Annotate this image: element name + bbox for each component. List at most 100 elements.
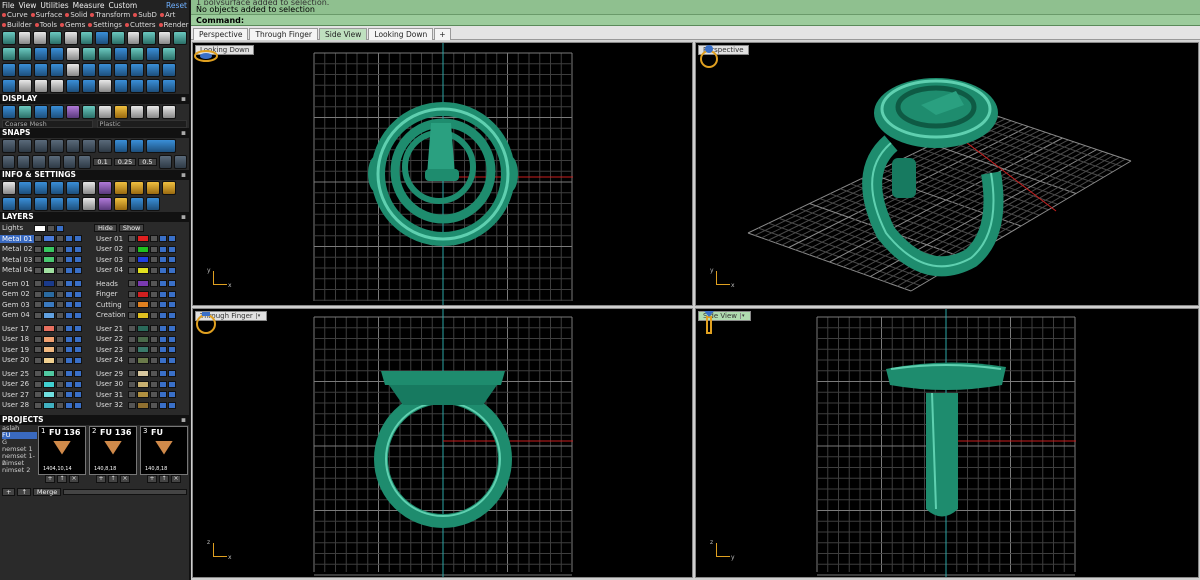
info-section-header[interactable]: INFO & SETTINGS ▪ [0,170,189,180]
visibility-icon[interactable] [65,346,73,354]
tool-icon[interactable] [142,31,156,45]
tool-icon[interactable] [114,63,128,77]
menu-file[interactable]: File [2,1,15,10]
lock-icon[interactable] [150,301,158,309]
cat-settings[interactable]: Settings [88,21,122,29]
layer-arrow-icon[interactable] [128,235,136,243]
reset-button[interactable]: Reset [166,1,187,10]
menu-measure[interactable]: Measure [73,1,105,10]
layer-color-swatch[interactable] [137,235,149,243]
layers-section-header[interactable]: LAYERS ▪ [0,212,189,222]
layer-name[interactable]: User 02 [94,245,128,253]
snap-icon[interactable] [18,139,32,153]
visibility-icon[interactable] [159,235,167,243]
cat-cutters[interactable]: Cutters [124,21,156,29]
info-tool-icon[interactable] [82,197,96,211]
layer-color-swatch[interactable] [137,391,149,399]
layer-name[interactable]: Gem 03 [0,301,34,309]
tool-icon[interactable] [50,63,64,77]
project-list-item[interactable]: nimset 2 [2,466,37,474]
display-tool-icon[interactable] [98,105,112,119]
snap-icon[interactable] [34,139,48,153]
tool-icon[interactable] [111,31,125,45]
select-icon[interactable] [74,370,82,378]
layer-arrow-icon[interactable] [128,370,136,378]
layer-name[interactable]: User 01 [94,235,128,243]
layer-arrow-icon[interactable] [34,311,42,319]
layer-name[interactable]: Metal 02 [0,245,34,253]
close-icon[interactable]: × [69,474,79,483]
visibility-icon[interactable] [65,290,73,298]
info-tool-icon[interactable] [98,181,112,195]
show-button[interactable]: Show [118,224,145,233]
layer-name[interactable]: User 17 [0,325,34,333]
snap-icon[interactable] [78,155,92,169]
layer-color-swatch[interactable] [43,346,55,354]
lock-icon[interactable] [150,335,158,343]
cat-tools[interactable]: Tools [34,21,57,29]
select-icon[interactable] [74,356,82,364]
layer-color-swatch[interactable] [137,401,149,409]
snap-icon[interactable] [50,139,64,153]
visibility-icon[interactable] [65,311,73,319]
project-thumbnail[interactable]: 2 FU 136 140,8,18 + ↑ × [89,425,137,484]
layer-color-swatch[interactable] [137,256,149,264]
tool-icon[interactable] [34,79,48,93]
layer-arrow-icon[interactable] [34,346,42,354]
ring-icon[interactable] [696,309,722,335]
close-icon[interactable]: × [120,474,130,483]
layer-arrow-icon[interactable] [128,256,136,264]
layer-arrow-icon[interactable] [34,356,42,364]
snap-icon[interactable] [17,155,31,169]
close-icon[interactable]: ▪ [181,170,189,180]
info-tool-icon[interactable] [98,197,112,211]
lock-icon[interactable] [47,224,55,232]
select-icon[interactable] [168,370,176,378]
layer-arrow-icon[interactable] [128,311,136,319]
thumbnail-image[interactable]: 1 FU 136 1404,10,14 [38,425,86,475]
select-icon[interactable] [74,290,82,298]
select-icon[interactable] [74,266,82,274]
lock-icon[interactable] [56,245,64,253]
tool-icon[interactable] [2,79,16,93]
tool-icon[interactable] [2,31,16,45]
tool-icon[interactable] [146,47,160,61]
visibility-icon[interactable] [159,311,167,319]
tool-icon[interactable] [66,79,80,93]
display-tool-icon[interactable] [162,105,176,119]
snap-icon[interactable] [146,139,176,153]
select-icon[interactable] [168,380,176,388]
info-tool-icon[interactable] [146,197,160,211]
visibility-icon[interactable] [159,301,167,309]
tool-icon[interactable] [82,79,96,93]
layer-color-swatch[interactable] [137,325,149,333]
tool-icon[interactable] [79,31,94,45]
tool-icon[interactable] [17,31,32,45]
info-tool-icon[interactable] [18,181,32,195]
lock-icon[interactable] [150,380,158,388]
info-tool-icon[interactable] [34,181,48,195]
display-tool-icon[interactable] [130,105,144,119]
layer-color-swatch[interactable] [43,266,55,274]
display-tool-icon[interactable] [18,105,32,119]
ring-icon[interactable] [193,43,219,69]
layer-name[interactable]: User 31 [94,391,128,399]
select-icon[interactable] [74,235,82,243]
tool-icon[interactable] [50,79,64,93]
select-icon[interactable] [74,380,82,388]
info-tool-icon[interactable] [82,181,96,195]
lock-icon[interactable] [56,235,64,243]
update-project-button[interactable]: ↑ [108,474,118,483]
snap-icon[interactable] [114,139,128,153]
layer-color-swatch[interactable] [43,391,55,399]
snap-icon[interactable] [47,155,61,169]
layer-color-swatch[interactable] [43,235,55,243]
lock-icon[interactable] [56,301,64,309]
lock-icon[interactable] [56,266,64,274]
select-icon[interactable] [74,401,82,409]
select-icon[interactable] [74,311,82,319]
layer-name[interactable]: Gem 02 [0,290,34,298]
info-tool-icon[interactable] [114,181,128,195]
layer-name[interactable]: User 03 [94,256,128,264]
visibility-icon[interactable] [65,245,73,253]
